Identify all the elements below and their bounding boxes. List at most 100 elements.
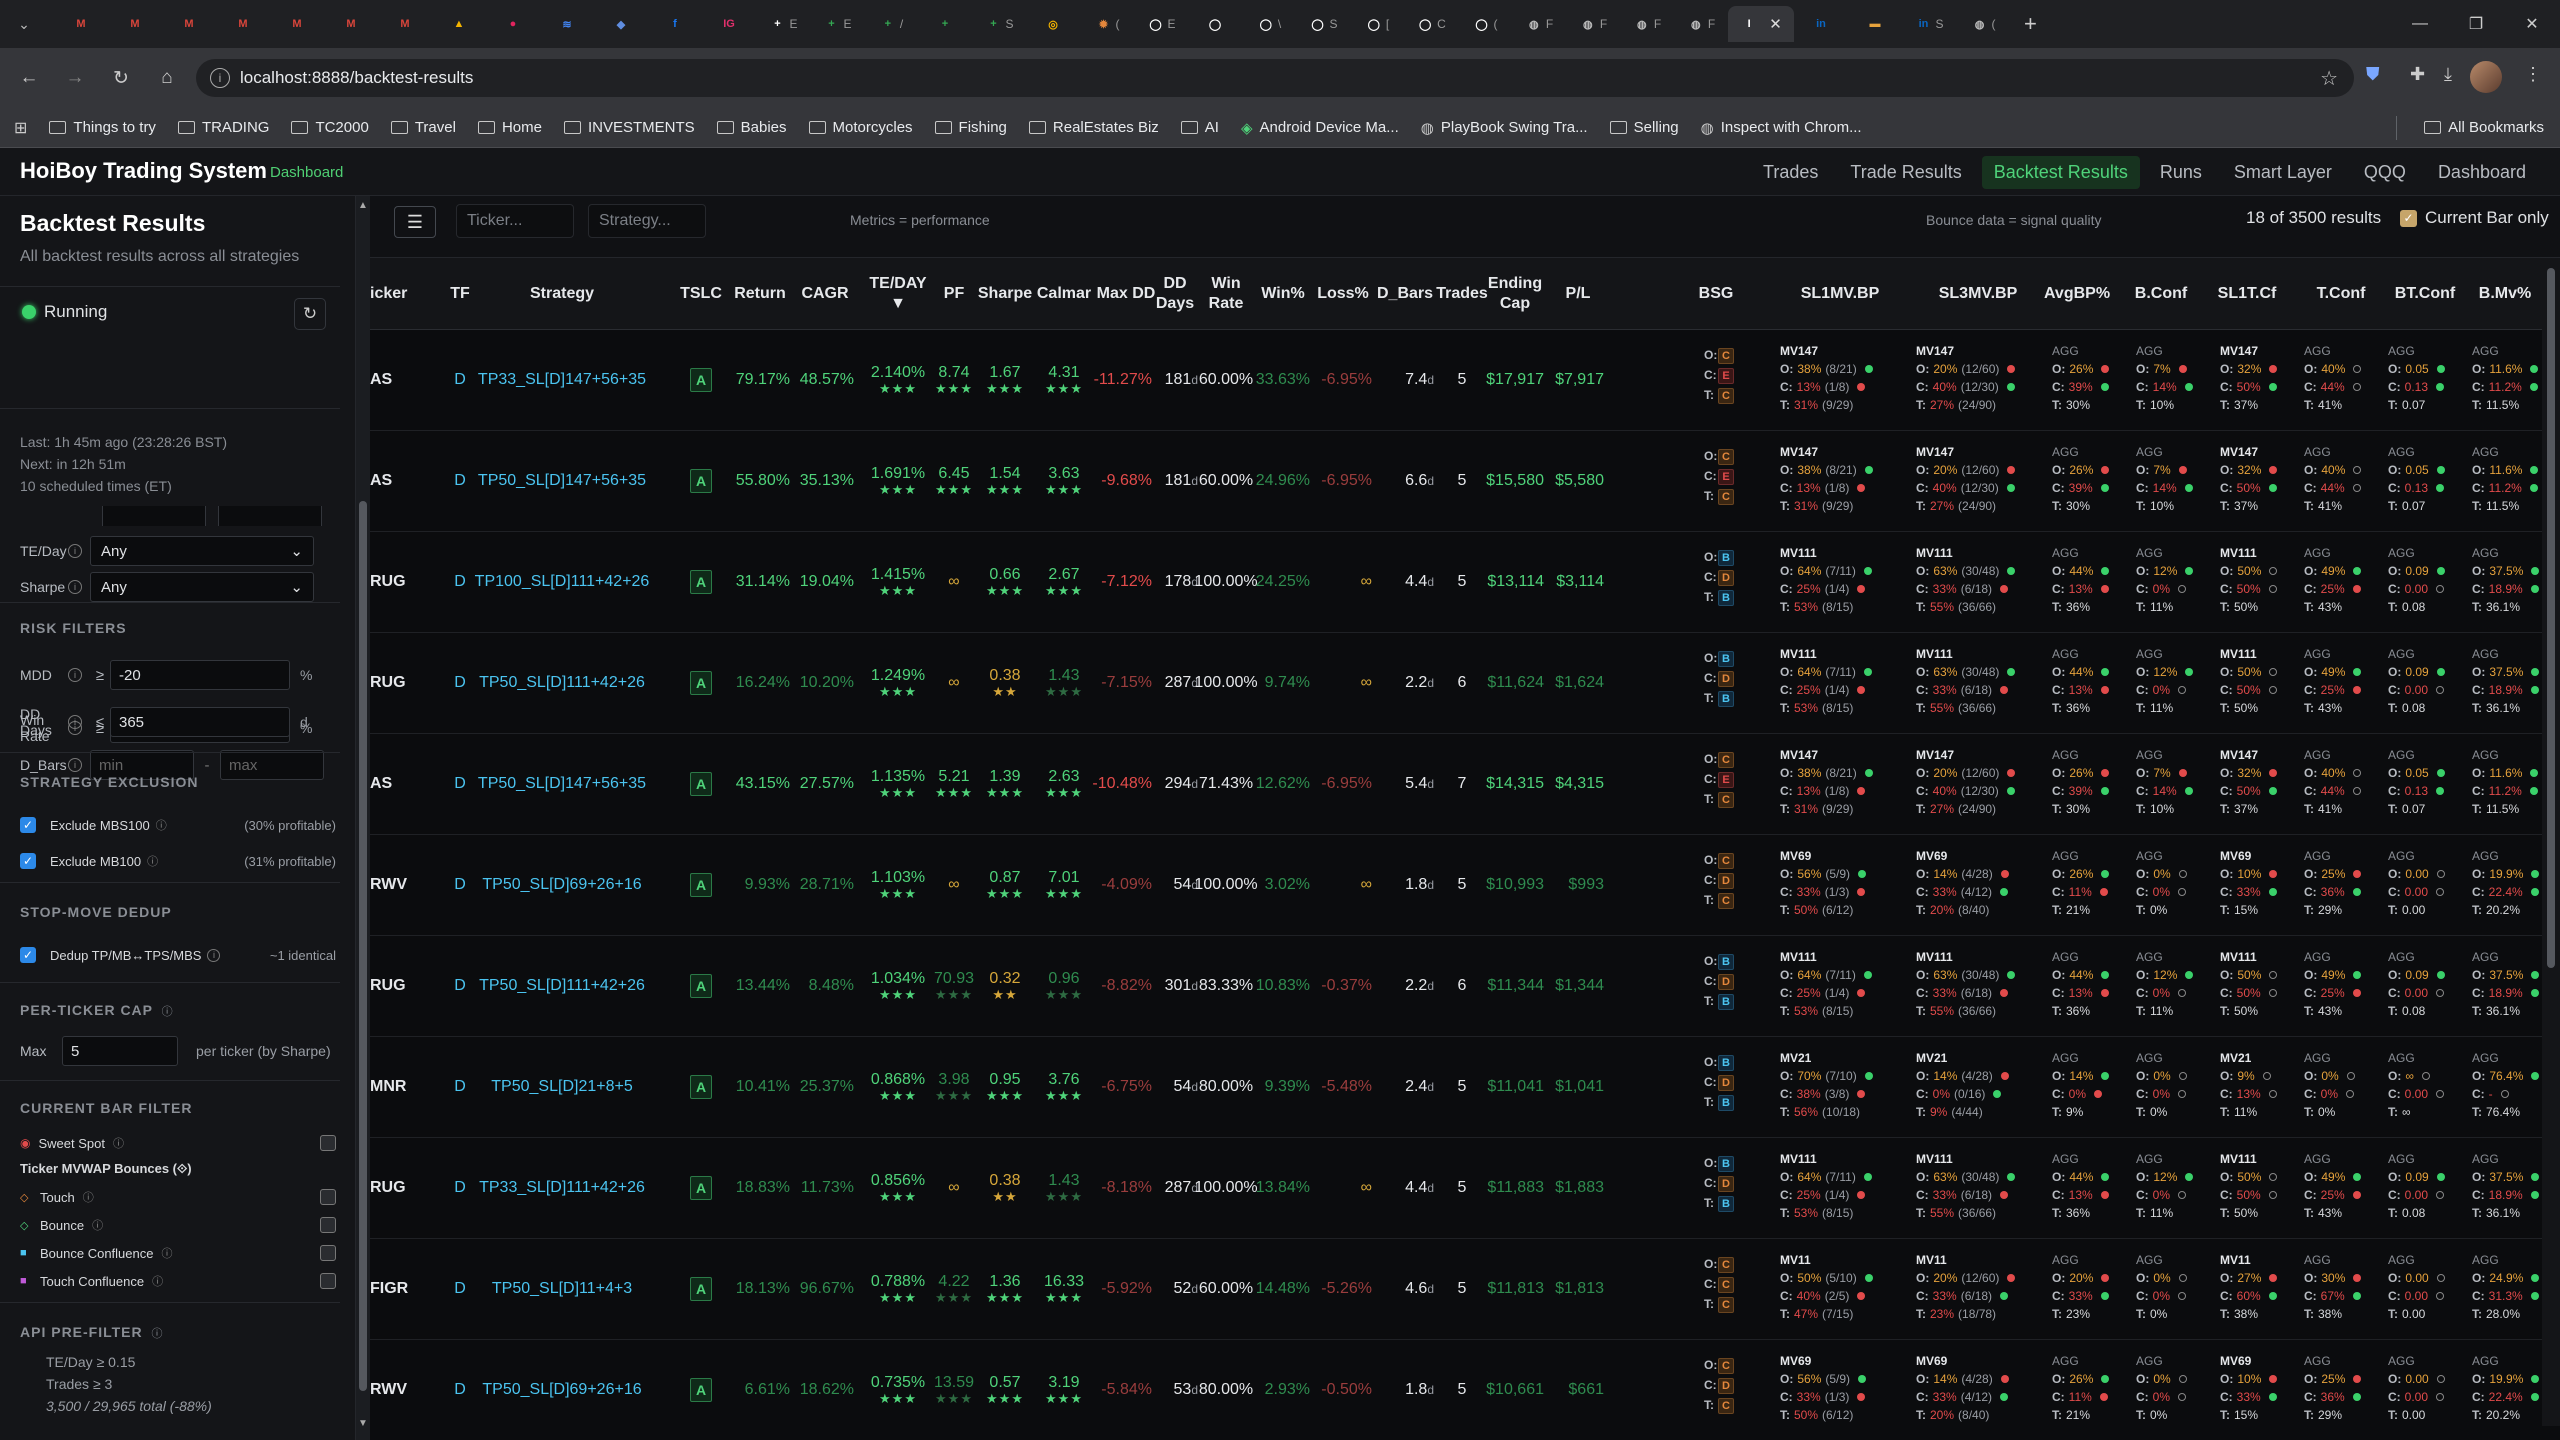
browser-tab[interactable]: + / [864,6,918,42]
bookmark-item[interactable]: TRADING [177,119,269,137]
nav-link-qqq[interactable]: QQQ [2352,156,2418,189]
browser-tab[interactable]: ◯ C [1404,6,1458,42]
info-icon[interactable]: i [68,715,82,729]
browser-tab[interactable]: ◍ F [1620,6,1674,42]
restore-icon[interactable]: ❐ [2448,0,2504,48]
forward-arrow-icon[interactable]: → [60,63,90,93]
nav-link-dashboard[interactable]: Dashboard [2426,156,2538,189]
table-row[interactable]: RUG D TP33_SL[D]111+42+26 A 18.83% 11.73% 0.85… [370,1138,2542,1239]
tab-close-icon[interactable]: ✕ [1769,15,1782,33]
column-header[interactable]: icker [370,258,420,330]
trades-min-input[interactable] [102,506,206,526]
sidebar-scrollbar[interactable]: ▲ ▼ [356,196,370,1440]
nav-link-smart-layer[interactable]: Smart Layer [2222,156,2344,189]
checkbox-checked[interactable]: ✓ [20,853,36,869]
bookmark-item[interactable]: ◈ Android Device Ma... [1241,119,1399,137]
browser-tab[interactable]: ◆ [594,6,648,42]
column-header[interactable]: D_Bars [1376,258,1434,330]
info-icon[interactable]: i [207,948,221,962]
bookmark-item[interactable]: Home [477,119,542,137]
browser-menu-icon[interactable]: ⋮ [2524,64,2542,85]
column-header[interactable]: B.Mv% [2470,258,2540,330]
close-window-icon[interactable]: ✕ [2504,0,2560,48]
table-row[interactable]: AS D TP50_SL[D]147+56+35 A 43.15% 27.57% 1.135… [370,734,2542,835]
column-header[interactable]: AvgBP% [2042,258,2112,330]
browser-tab[interactable]: ▲ [432,6,486,42]
browser-tab[interactable]: ◯ \ [1242,6,1296,42]
browser-tab[interactable]: ◯[ [1350,6,1404,42]
column-header[interactable]: TF [440,258,480,330]
bookmark-item[interactable]: Babies [716,119,787,137]
checkbox-unchecked[interactable] [320,1217,336,1233]
table-scrollbar[interactable] [2542,258,2560,1426]
browser-tab[interactable]: ◍ F [1512,6,1566,42]
checkbox-unchecked[interactable] [320,1273,336,1289]
column-header[interactable]: Ending Cap [1484,258,1546,330]
bookmark-item[interactable]: Travel [390,119,456,137]
bookmark-item[interactable]: Fishing [934,119,1007,137]
browser-tab[interactable]: ▬ [1848,6,1902,42]
hamburger-menu-icon[interactable]: ☰ [394,206,436,238]
browser-tab[interactable]: ◯ S [1296,6,1350,42]
new-tab-plus-icon[interactable]: + [2024,11,2037,37]
browser-tab[interactable]: I ✕ [1728,6,1794,42]
column-header[interactable]: Calmar [1036,258,1092,330]
shield-extension-icon[interactable]: ⛊ [2366,64,2380,85]
info-icon[interactable]: ⓘ [152,1328,164,1340]
table-row[interactable]: RUG D TP50_SL[D]111+42+26 A 16.24% 10.20% 1.24… [370,633,2542,734]
nav-link-runs[interactable]: Runs [2148,156,2214,189]
column-header[interactable]: Win Rate [1200,258,1252,330]
table-row[interactable]: RUG D TP50_SL[D]111+42+26 A 13.44% 8.48% 1.034… [370,936,2542,1037]
browser-tab[interactable]: ◯ [1188,6,1242,42]
strategy-link[interactable]: TP50_SL[D]147+56+35 [474,734,650,834]
trades-max-input[interactable] [218,506,322,526]
apps-grid-icon[interactable]: ⊞ [14,118,27,138]
browser-tab[interactable]: + [918,6,972,42]
column-header[interactable]: DD Days [1152,258,1198,330]
nav-link-trades[interactable]: Trades [1751,156,1830,189]
browser-tab[interactable]: M [216,6,270,42]
table-row[interactable]: RUG D TP100_SL[D]111+42+26 A 31.14% 19.04% 1.4… [370,532,2542,633]
info-icon[interactable]: ⓘ [161,1245,172,1261]
table-row[interactable]: AS D TP50_SL[D]147+56+35 A 55.80% 35.13% 1.691… [370,431,2542,532]
browser-tab[interactable]: in S [1902,6,1956,42]
column-header[interactable]: SL3MV.BP [1918,258,2038,330]
extensions-puzzle-icon[interactable]: ✚ [2410,64,2425,85]
tab-search-chevron-icon[interactable]: ⌄ [12,12,36,36]
all-bookmarks[interactable]: All Bookmarks [2424,119,2544,136]
column-header[interactable]: BSG [1696,258,1736,330]
column-header[interactable]: PF [936,258,972,330]
info-icon[interactable]: i [68,758,82,772]
exclusion-checkbox-row[interactable]: ✓ Exclude MBS100 ⓘ (30% profitable) [20,814,336,836]
browser-tab[interactable]: M [270,6,324,42]
column-header[interactable]: SL1MV.BP [1780,258,1900,330]
cap-input[interactable]: 5 [62,1036,178,1066]
column-header[interactable]: TE/DAY ▼ [866,258,930,330]
column-header[interactable]: Trades [1436,258,1488,330]
bookmark-item[interactable]: INVESTMENTS [563,119,695,137]
column-header[interactable]: TSLC [680,258,722,330]
browser-tab[interactable]: + E [810,6,864,42]
browser-tab[interactable]: ◍ F [1674,6,1728,42]
strategy-link[interactable]: TP50_SL[D]11+4+3 [474,1239,650,1339]
bounce-filter-row[interactable]: ◇ Touch ⓘ [20,1186,336,1208]
home-icon[interactable]: ⌂ [152,63,182,93]
bookmark-item[interactable]: TC2000 [291,119,369,137]
bounce-filter-row[interactable]: ◇ Bounce ⓘ [20,1214,336,1236]
browser-tab[interactable]: ◯ E [1134,6,1188,42]
strategy-link[interactable]: TP50_SL[D]69+26+16 [474,835,650,935]
browser-tab[interactable]: M [324,6,378,42]
reload-icon[interactable]: ↻ [106,63,136,93]
checkbox-checked[interactable]: ✓ [20,817,36,833]
column-header[interactable]: Return [730,258,790,330]
strategy-link[interactable]: TP50_SL[D]147+56+35 [474,431,650,531]
info-icon[interactable]: ⓘ [147,853,158,869]
ticker-search-input[interactable]: Ticker... [456,204,574,238]
bookmark-item[interactable]: AI [1180,119,1219,137]
browser-tab[interactable]: + E [756,6,810,42]
strategy-link[interactable]: TP50_SL[D]111+42+26 [474,633,650,733]
column-header[interactable]: P/L [1550,258,1606,330]
browser-tab[interactable]: M [162,6,216,42]
column-header[interactable]: Loss% [1314,258,1372,330]
info-icon[interactable]: i [68,580,82,594]
